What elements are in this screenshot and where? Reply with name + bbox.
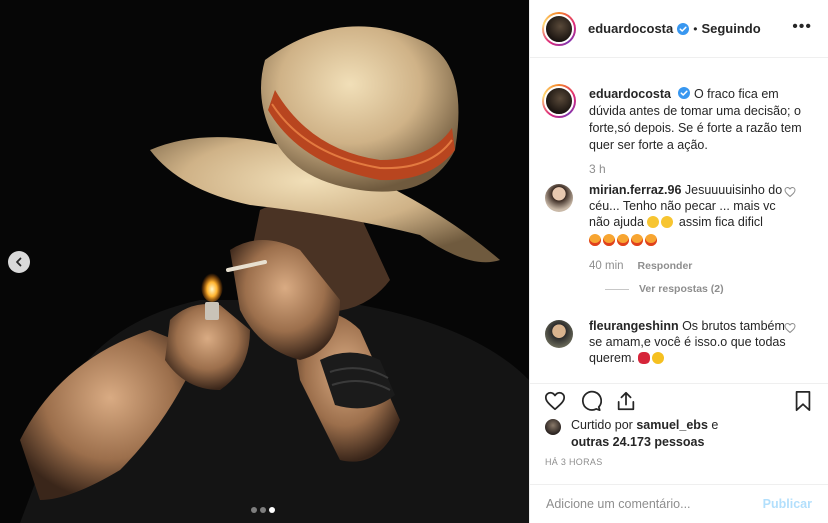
chevron-left-icon <box>16 257 22 267</box>
view-replies-label: Ver respostas (2) <box>639 283 724 295</box>
view-replies-button[interactable]: Ver respostas (2) <box>605 283 816 295</box>
post-panel: eduardocosta • Seguindo ••• eduardocosta… <box>529 0 828 523</box>
kiss-lips-emoji-icon <box>638 352 651 364</box>
comment-input[interactable] <box>546 497 763 511</box>
follow-separator: • <box>693 21 698 36</box>
carousel-dot-active <box>269 507 275 513</box>
caption-timestamp: 3 h <box>589 162 606 176</box>
like-comment-heart-icon[interactable] <box>784 186 796 198</box>
commenter-avatar[interactable] <box>545 320 573 348</box>
carousel-prev-button[interactable] <box>8 251 30 273</box>
caption: eduardocosta O fraco fica em dúvida ante… <box>542 70 816 154</box>
carousel-indicator <box>251 507 275 513</box>
comments-list[interactable]: eduardocosta O fraco fica em dúvida ante… <box>530 58 828 383</box>
carousel-dot <box>251 507 257 513</box>
heart-eyes-emoji-icon <box>589 234 601 246</box>
sunflower-emoji-icon <box>652 352 665 364</box>
author-username[interactable]: eduardocosta <box>588 21 673 36</box>
publish-button[interactable]: Publicar <box>763 497 812 511</box>
liked-by-others[interactable]: outras 24.173 pessoas <box>571 435 704 449</box>
bookmark-icon[interactable] <box>792 390 814 412</box>
caption-avatar[interactable] <box>542 84 576 118</box>
comment-item: fleurangeshinn Os brutos também se amam,… <box>542 318 816 366</box>
liker-avatar[interactable] <box>545 419 561 435</box>
comment-username[interactable]: fleurangeshinn <box>589 319 679 333</box>
share-icon[interactable] <box>615 390 637 412</box>
action-bar <box>530 383 828 417</box>
comment-time: 40 min <box>589 260 624 272</box>
comment-username[interactable]: mirian.ferraz.96 <box>589 183 681 197</box>
heart-icon[interactable] <box>544 390 566 412</box>
verified-badge-icon <box>678 87 691 99</box>
post-header: eduardocosta • Seguindo ••• <box>530 0 828 58</box>
liked-by-prefix: Curtido por <box>571 418 633 432</box>
post-photo <box>0 0 529 523</box>
commenter-avatar[interactable] <box>545 184 573 212</box>
like-comment-heart-icon[interactable] <box>784 322 796 334</box>
rofl-emoji-icon <box>647 216 660 228</box>
author-avatar[interactable] <box>542 11 576 46</box>
more-options-icon[interactable]: ••• <box>792 19 812 35</box>
post-media[interactable] <box>0 0 529 523</box>
comment-icon[interactable] <box>580 390 602 412</box>
liked-by: Curtido por samuel_ebs e outras 24.173 p… <box>542 417 718 451</box>
liked-by-user[interactable]: samuel_ebs <box>636 418 708 432</box>
reply-button[interactable]: Responder <box>638 260 693 272</box>
comment-text: mirian.ferraz.96 Jesuuuuisinho do céu...… <box>589 182 787 248</box>
caption-username[interactable]: eduardocosta <box>589 87 671 101</box>
caption-text: eduardocosta O fraco fica em dúvida ante… <box>589 86 809 154</box>
liked-by-text[interactable]: Curtido por samuel_ebs e outras 24.173 p… <box>571 417 718 451</box>
comment-body-tail: assim fica dificl <box>678 215 763 229</box>
comment-meta: 40 min Responder <box>589 260 816 272</box>
post-time-ago: HÁ 3 HORAS <box>545 457 603 467</box>
heart-eyes-emoji-icon <box>603 234 615 246</box>
comment-composer: Publicar <box>530 484 828 523</box>
comment-text: fleurangeshinn Os brutos também se amam,… <box>589 318 787 366</box>
comment-item: mirian.ferraz.96 Jesuuuuisinho do céu...… <box>542 182 816 248</box>
emoji-row <box>589 232 787 248</box>
replies-divider <box>605 288 629 290</box>
grin-sweat-emoji-icon <box>661 216 674 228</box>
heart-eyes-emoji-icon <box>617 234 629 246</box>
heart-eyes-emoji-icon <box>631 234 643 246</box>
liked-by-connector: e <box>711 418 719 432</box>
verified-badge-icon <box>677 22 690 35</box>
carousel-dot <box>260 507 266 513</box>
following-button[interactable]: Seguindo <box>701 21 760 36</box>
heart-eyes-emoji-icon <box>645 234 657 246</box>
